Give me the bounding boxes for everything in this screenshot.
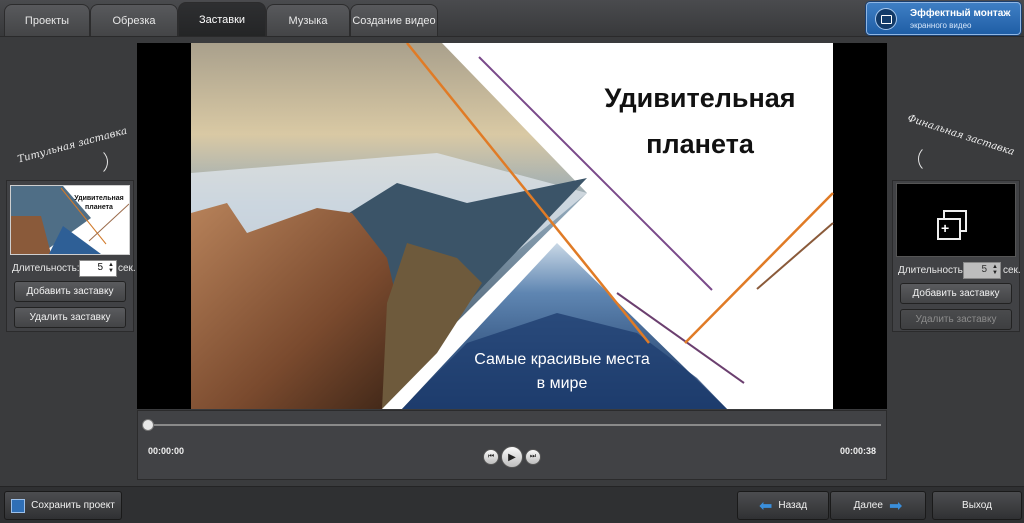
arrow-right-icon: ➡ (888, 497, 903, 515)
button-label: Добавить заставку (912, 288, 1000, 299)
button-label: Добавить заставку (26, 286, 114, 297)
prev-button[interactable]: ⏮ (483, 449, 499, 465)
add-final-button[interactable]: Добавить заставку (900, 283, 1012, 304)
curved-arrow-icon (918, 145, 946, 173)
plus-icon: + (941, 220, 950, 236)
brand-banner[interactable]: Эффектный монтаж экранного видео (866, 2, 1021, 35)
duration-value: 5 (981, 264, 987, 275)
seek-track[interactable] (145, 424, 881, 426)
button-label: Удалить заставку (915, 314, 997, 325)
duration-label: Длительность: (898, 265, 966, 276)
tab-label: Музыка (288, 14, 328, 27)
video-preview[interactable]: Удивительная планета Самые красивые мест… (137, 43, 887, 409)
final-intro-placeholder[interactable]: + (896, 183, 1016, 257)
footer-bar: Сохранить проект ⬅ Назад Далее ➡ Выход (0, 486, 1024, 523)
duration-stepper[interactable]: 5 ▲ ▼ (79, 260, 117, 277)
player-controls: 00:00:00 00:00:38 ⏮ ▶ ⏭ (137, 410, 887, 480)
intro-title-line: планета (646, 129, 754, 159)
brand-title: Эффектный монтаж (910, 8, 1011, 19)
save-project-button[interactable]: Сохранить проект (4, 491, 122, 520)
tab-music[interactable]: Музыка (266, 4, 350, 36)
tab-label: Обрезка (112, 14, 156, 27)
button-label: Удалить заставку (29, 312, 111, 323)
intro-subtitle: Самые красивые места в мире (442, 348, 682, 396)
button-label: Далее (853, 500, 883, 511)
arrow-left-icon: ⬅ (758, 497, 773, 515)
button-label: Сохранить проект (31, 500, 115, 511)
tab-bar: Проекты Обрезка Заставки Музыка Создание… (0, 0, 1024, 37)
add-intro-button[interactable]: Добавить заставку (14, 281, 126, 302)
tab-create-video[interactable]: Создание видео (350, 4, 438, 36)
screen-record-icon (875, 8, 897, 30)
skip-forward-icon: ⏭ (529, 453, 537, 460)
button-label: Выход (962, 500, 992, 511)
delete-intro-button[interactable]: Удалить заставку (14, 307, 126, 328)
intro-subtitle-line: Самые красивые места (474, 351, 650, 368)
next-button[interactable]: ⏭ (525, 449, 541, 465)
tab-label: Заставки (198, 13, 246, 26)
final-intro-panel: + Длительность: 5 ▲ ▼ сек. Добавить заста… (892, 180, 1021, 332)
play-button[interactable]: ▶ (501, 446, 523, 468)
delete-final-button[interactable]: Удалить заставку (900, 309, 1012, 330)
title-intro-panel: Удивительная планета Длительность: 5 ▲ ▼ … (6, 180, 136, 332)
play-icon: ▶ (508, 451, 516, 463)
tab-label: Проекты (24, 14, 70, 27)
title-intro-caption: Титульная заставка (16, 125, 129, 166)
duration-value: 5 (97, 262, 103, 273)
intro-subtitle-line: в мире (536, 375, 588, 392)
save-icon (11, 498, 26, 513)
thumbnail-title: Удивительная планета (74, 195, 124, 211)
next-step-button[interactable]: Далее ➡ (830, 491, 926, 520)
button-label: Назад (778, 500, 808, 511)
duration-label: Длительность: (12, 263, 80, 274)
stepper-arrows-icon[interactable]: ▲ ▼ (992, 264, 998, 276)
tab-label: Создание видео (352, 14, 436, 27)
duration-stepper[interactable]: 5 ▲ ▼ (963, 262, 1001, 279)
duration-unit: сек. (1003, 265, 1021, 276)
brand-subtitle: экранного видео (910, 21, 972, 30)
duration-unit: сек. (118, 263, 136, 274)
curved-arrow-icon (80, 148, 108, 176)
intro-title: Удивительная планета (575, 75, 825, 167)
title-intro-thumbnail[interactable]: Удивительная планета (10, 185, 130, 255)
seek-handle[interactable] (142, 419, 154, 431)
tab-projects[interactable]: Проекты (4, 4, 90, 36)
stepper-arrows-icon[interactable]: ▲ ▼ (108, 262, 114, 274)
back-button[interactable]: ⬅ Назад (737, 491, 829, 520)
current-time: 00:00:00 (148, 446, 185, 456)
skip-back-icon: ⏮ (487, 453, 495, 460)
tab-trim[interactable]: Обрезка (90, 4, 178, 36)
tab-intros[interactable]: Заставки (178, 2, 266, 36)
total-time: 00:00:38 (839, 446, 876, 456)
exit-button[interactable]: Выход (932, 491, 1022, 520)
intro-title-line: Удивительная (604, 83, 796, 113)
